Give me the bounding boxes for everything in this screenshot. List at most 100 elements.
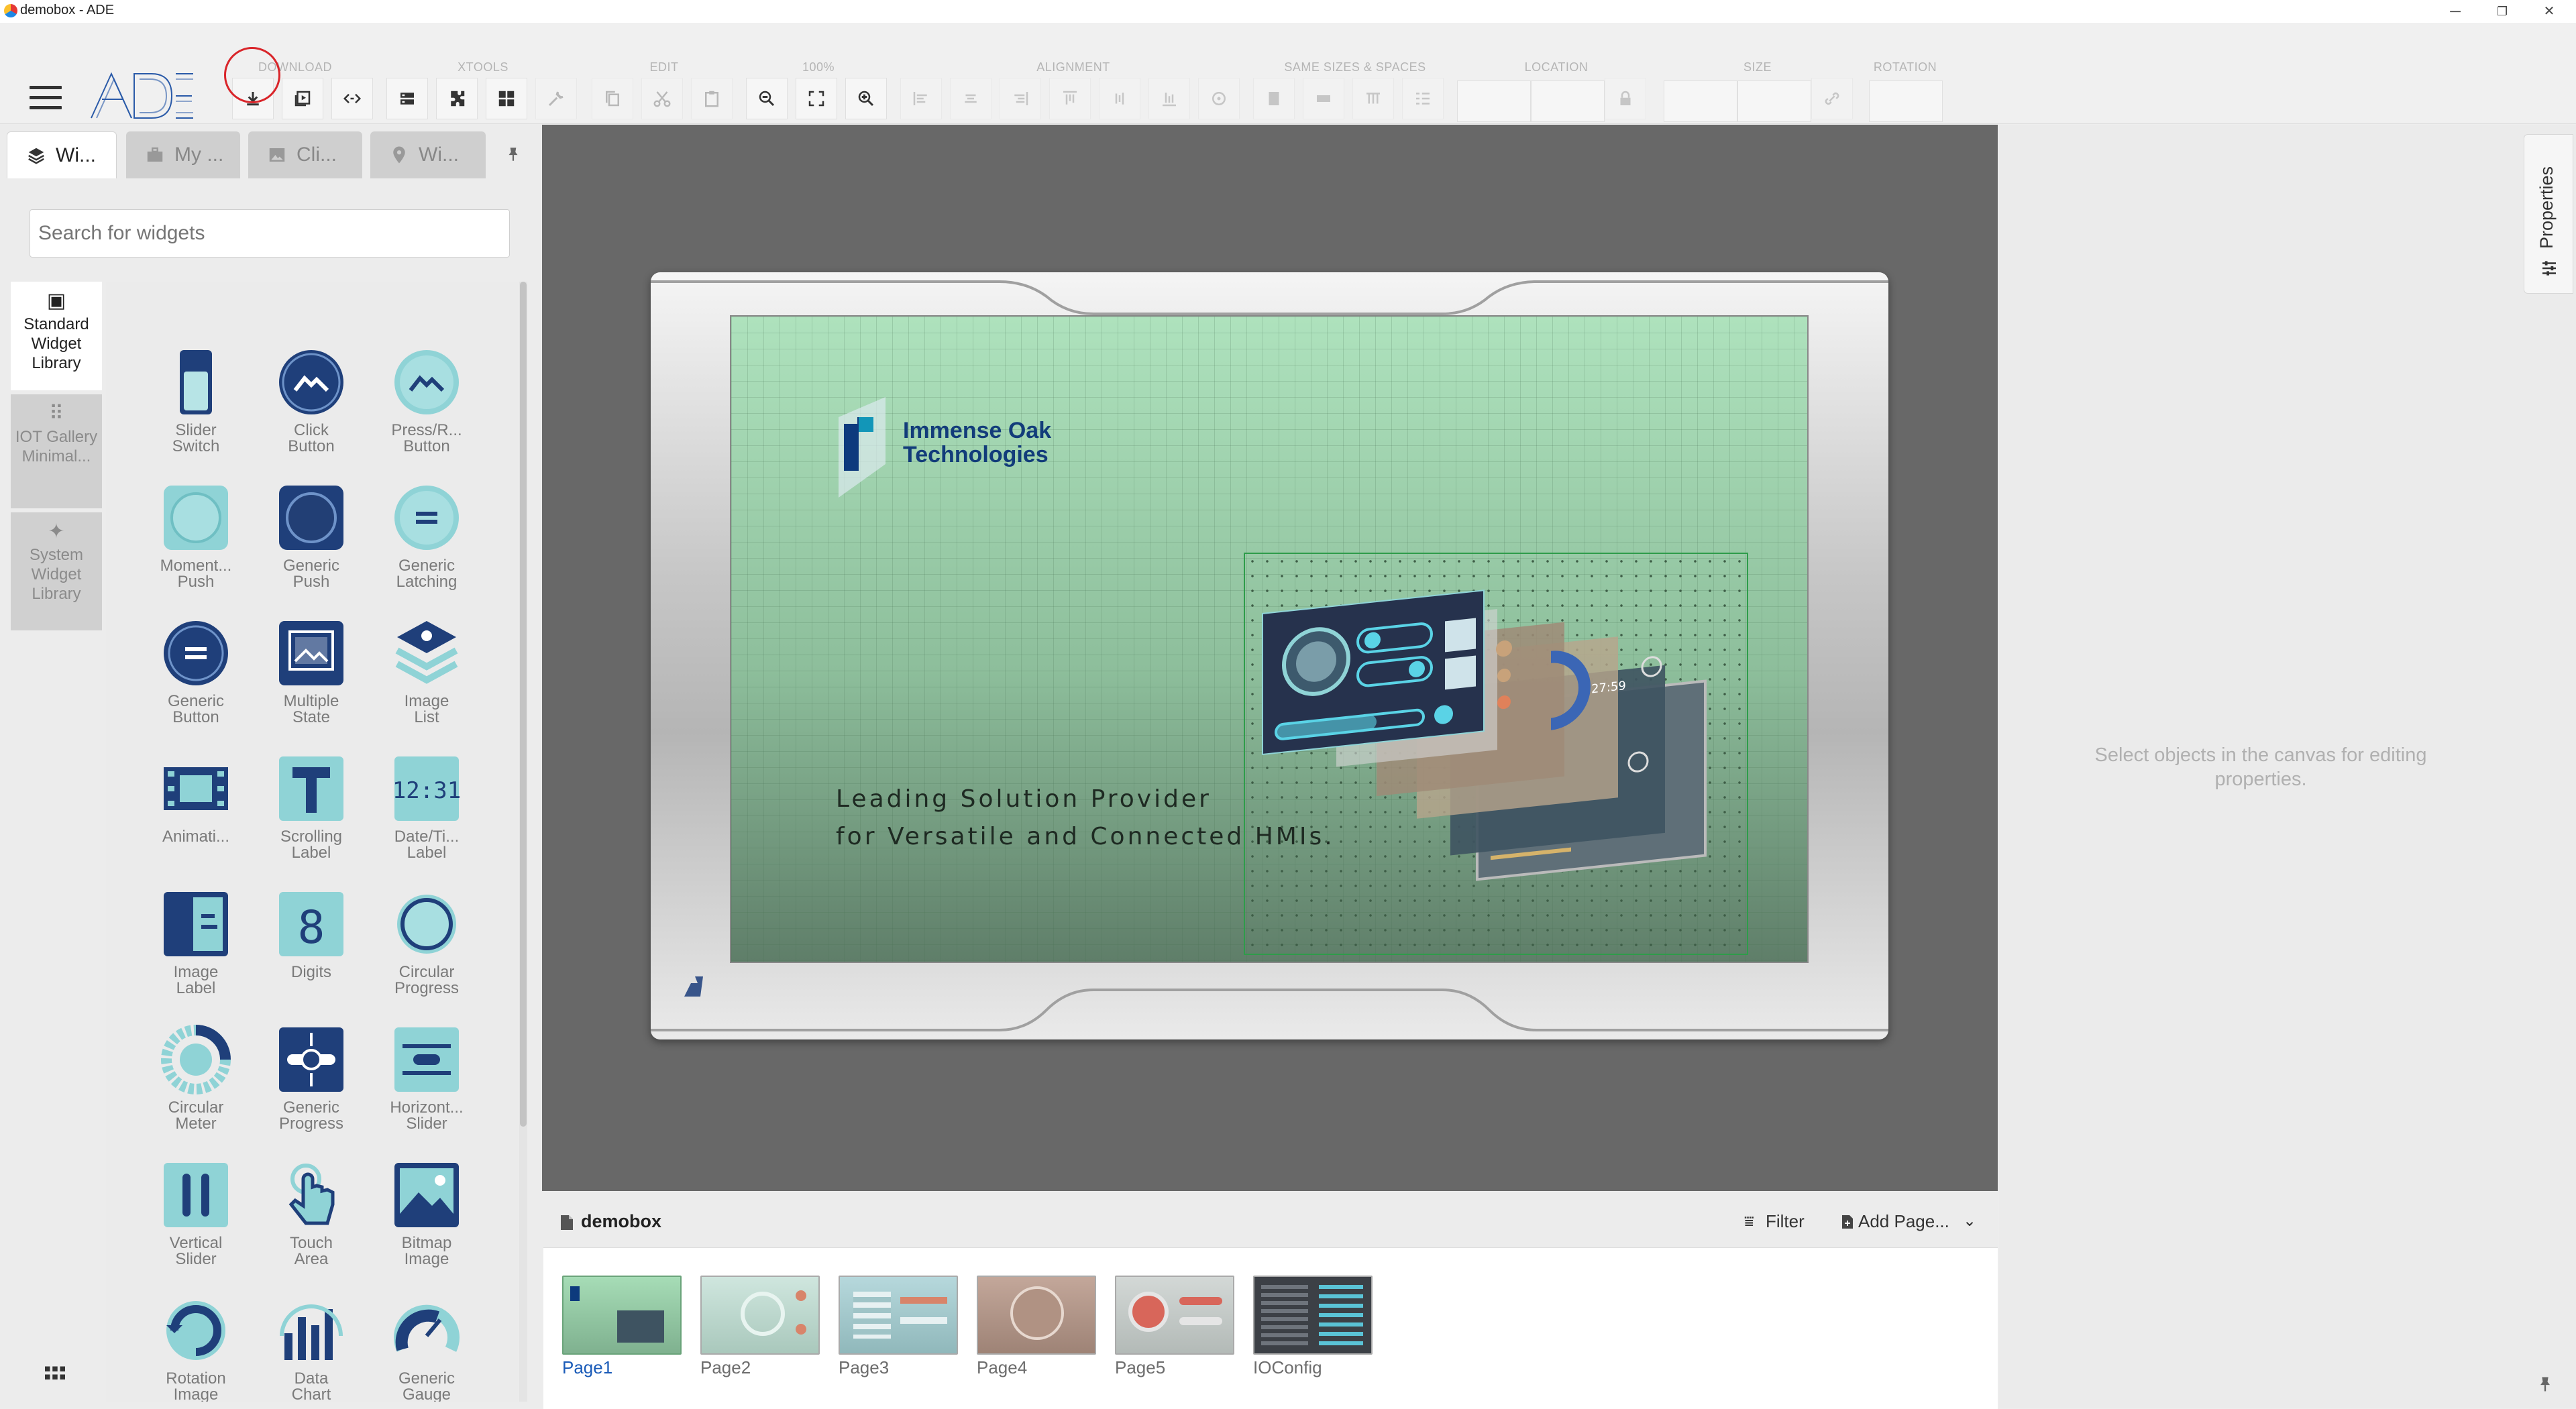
selected-image-widget[interactable]: 27:59 (1244, 553, 1748, 955)
link-size-button[interactable] (1811, 78, 1853, 119)
size-height-field[interactable] (1737, 80, 1811, 122)
thumb-config-list (1261, 1285, 1308, 1345)
widget-generic-button[interactable]: Generic Button (138, 618, 254, 750)
widget-generic-latching[interactable]: Generic Latching (369, 483, 484, 614)
same-height-button[interactable] (1303, 78, 1344, 119)
widget-slider-switch[interactable]: Slider Switch (138, 347, 254, 479)
properties-tab[interactable]: Properties (2524, 134, 2573, 294)
page-label-page2[interactable]: Page2 (700, 1357, 751, 1378)
copy-button[interactable] (592, 78, 633, 119)
widget-animation[interactable]: Animati... (138, 754, 254, 885)
window-title: demobox - ADE (20, 3, 115, 17)
library-iot-gallery[interactable]: ⠿ IOT Gallery Minimal... (11, 394, 102, 508)
plugin-button[interactable] (436, 78, 478, 119)
tab-widget-location[interactable]: Wi... (370, 131, 486, 178)
widget-bitmap-image[interactable]: Bitmap Image (369, 1160, 484, 1292)
library-system[interactable]: ✦ System Widget Library (11, 512, 102, 630)
tab-my-widgets[interactable]: My ... (126, 131, 240, 178)
apps-menu-icon[interactable] (43, 1361, 67, 1386)
generic-push-icon (279, 486, 343, 550)
wrench-button[interactable] (535, 78, 577, 119)
align-left-button[interactable] (900, 78, 942, 119)
page-thumb-page3[interactable] (839, 1276, 958, 1355)
widget-image-label[interactable]: Image Label (138, 889, 254, 1021)
close-button[interactable]: ✕ (2529, 1, 2569, 21)
zoom-in-button[interactable] (845, 78, 887, 119)
page-label-page3[interactable]: Page3 (839, 1357, 889, 1378)
widget-list-scrollbar-thumb[interactable] (520, 282, 527, 1127)
zoom-out-button[interactable] (746, 78, 788, 119)
widget-press-release-button[interactable]: Press/R... Button (369, 347, 484, 479)
page-label-page1[interactable]: Page1 (562, 1357, 612, 1378)
title-bar: demobox - ADE ─ ❐ ✕ (0, 0, 2576, 23)
widget-image-list[interactable]: Image List (369, 618, 484, 750)
page-thumb-page2[interactable] (700, 1276, 820, 1355)
widget-scrolling-label[interactable]: Scrolling Label (254, 754, 369, 885)
thumb-logo-mark (570, 1286, 580, 1301)
digits-icon: 8 (279, 892, 343, 956)
page-label-page5[interactable]: Page5 (1115, 1357, 1165, 1378)
widget-generic-gauge[interactable]: Generic Gauge (369, 1296, 484, 1402)
widget-digits[interactable]: 8 Digits (254, 889, 369, 1021)
tab-clip-art[interactable]: Cli... (248, 131, 362, 178)
hmi-screen[interactable]: Immense Oak Technologies Leading Solutio… (730, 315, 1809, 963)
widget-click-button[interactable]: Click Button (254, 347, 369, 479)
page-thumb-page4[interactable] (977, 1276, 1096, 1355)
widget-date-time-label[interactable]: 12:31 Date/Ti... Label (369, 754, 484, 885)
widget-vertical-slider[interactable]: Vertical Slider (138, 1160, 254, 1292)
filter-icon[interactable]: ⩸ (1744, 1213, 1754, 1231)
multiple-state-icon (279, 621, 343, 685)
widget-data-chart[interactable]: Data Chart (254, 1296, 369, 1402)
add-page-button[interactable]: Add Page... (1858, 1211, 1949, 1232)
location-y-field[interactable] (1531, 80, 1605, 122)
page-label-page4[interactable]: Page4 (977, 1357, 1027, 1378)
lock-location-button[interactable] (1605, 78, 1646, 119)
align-center-button[interactable] (950, 78, 991, 119)
widget-rotation-image[interactable]: Rotation Image (138, 1296, 254, 1402)
page-label-ioconfig[interactable]: IOConfig (1253, 1357, 1322, 1378)
code-button[interactable] (331, 78, 373, 119)
location-x-field[interactable] (1457, 80, 1531, 122)
library-standard[interactable]: ▣ Standard Widget Library (11, 282, 102, 390)
align-middle-button[interactable] (1099, 78, 1140, 119)
widget-circular-progress[interactable]: Circular Progress (369, 889, 484, 1021)
same-spacing-button[interactable] (1402, 78, 1444, 119)
thumb-knob (1128, 1292, 1169, 1332)
grid-plus-icon (498, 91, 515, 107)
size-width-field[interactable] (1664, 80, 1737, 122)
page-thumb-ioconfig[interactable] (1253, 1276, 1373, 1355)
align-top-button[interactable] (1049, 78, 1091, 119)
pin-panel-button[interactable] (496, 134, 530, 174)
widget-touch-area[interactable]: Touch Area (254, 1160, 369, 1292)
grid-tools-button[interactable] (486, 78, 527, 119)
chevron-down-icon[interactable]: ⌄ (1963, 1211, 1976, 1231)
widget-manager-button[interactable] (386, 78, 428, 119)
fit-screen-button[interactable] (796, 78, 837, 119)
pin-properties-icon[interactable] (2536, 1375, 2555, 1394)
tab-widgets[interactable]: Wi... (7, 131, 117, 178)
widget-momentary-push[interactable]: Moment... Push (138, 483, 254, 614)
widget-generic-progress[interactable]: Generic Progress (254, 1025, 369, 1156)
paste-button[interactable] (691, 78, 733, 119)
page-thumb-page1[interactable] (562, 1276, 682, 1355)
widget-multiple-state[interactable]: Multiple State (254, 618, 369, 750)
same-size-button[interactable] (1352, 78, 1394, 119)
widget-circular-meter[interactable]: Circular Meter (138, 1025, 254, 1156)
clipboard-icon (705, 91, 718, 107)
align-right-button[interactable] (1000, 78, 1041, 119)
widget-generic-push[interactable]: Generic Push (254, 483, 369, 614)
minimize-button[interactable]: ─ (2435, 1, 2475, 21)
filter-button[interactable]: Filter (1766, 1211, 1805, 1232)
widget-search-input[interactable] (30, 209, 510, 258)
cut-button[interactable] (641, 78, 683, 119)
align-bottom-button[interactable] (1148, 78, 1190, 119)
page-thumb-page5[interactable] (1115, 1276, 1234, 1355)
widget-horizontal-slider[interactable]: Horizont... Slider (369, 1025, 484, 1156)
restore-button[interactable]: ❐ (2482, 1, 2522, 21)
preview-button[interactable] (282, 78, 323, 119)
menu-icon[interactable] (30, 86, 62, 110)
widget-label: Image List (404, 692, 449, 726)
align-target-button[interactable] (1198, 78, 1240, 119)
rotation-field[interactable] (1869, 80, 1943, 122)
same-width-button[interactable] (1253, 78, 1295, 119)
